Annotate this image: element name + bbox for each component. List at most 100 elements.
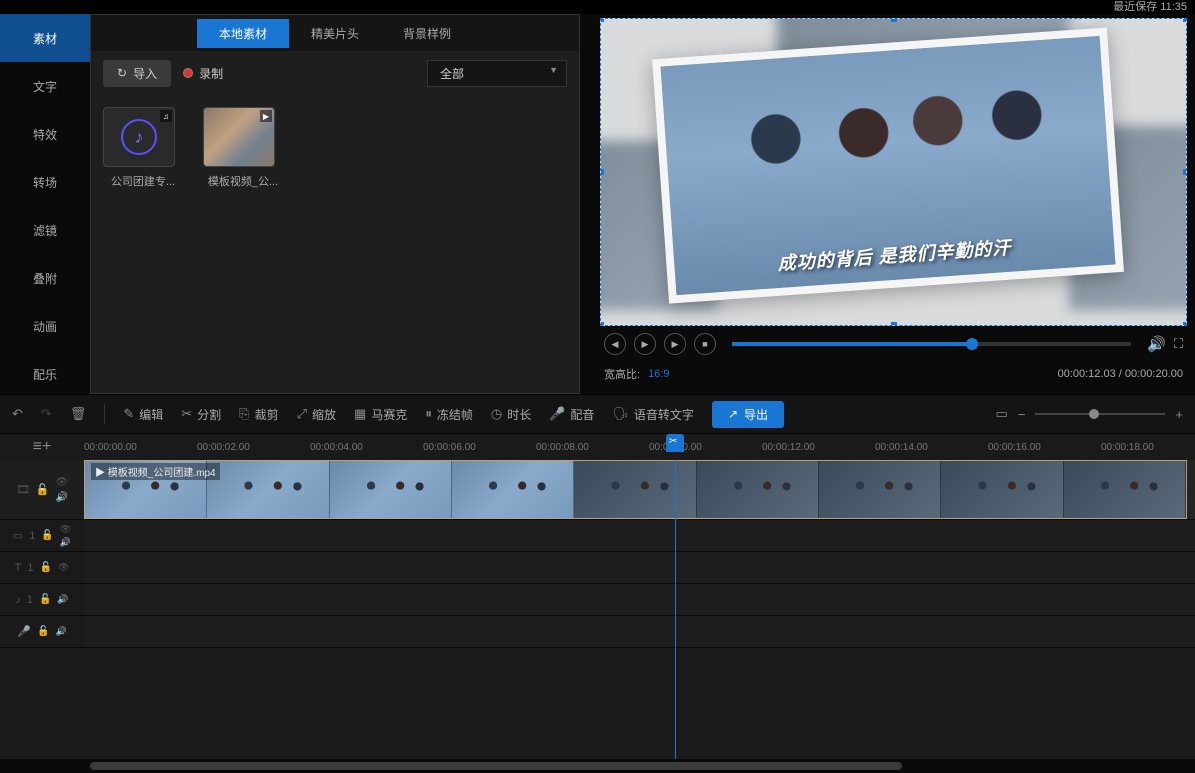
freeze-icon: ⏸ [425,406,432,422]
scrollbar-thumb[interactable] [90,762,902,770]
speaker-icon[interactable]: 🔊 [60,537,71,548]
speaker-icon[interactable]: 🔊 [55,492,68,503]
play-controls: ◀ ▶ ▶ ■ 🔊 ⛶ [600,326,1187,362]
sidebar-item-effects[interactable]: 特效 [0,110,90,158]
media-item-audio[interactable]: ♪ ♫ 公司团建专... [103,107,183,189]
record-icon [183,68,193,78]
split-button[interactable]: ✂分割 [181,406,221,423]
crop-icon: ⎘ [239,406,249,422]
music-note-icon: ♪ [121,119,157,155]
eye-icon[interactable]: 👁 [58,562,69,573]
media-item-video[interactable]: ▶ 模板视频_公... [203,107,283,189]
music-track: ♪ 1 🔓 🔊 [0,584,1195,616]
mic-icon: 🎤 [549,406,565,422]
lock-icon[interactable]: 🔓 [41,530,53,541]
record-button[interactable]: 录制 [183,65,223,82]
tracks-area: 🎞 🔓 👁 🔊 ▶ 模板视频_公司团建.mp4 ▭ 1 [0,460,1195,759]
preview-window[interactable]: 成功的背后 是我们辛勤的汗 [600,18,1187,326]
voiceover-button[interactable]: 🎤配音 [549,406,594,423]
media-grid: ♪ ♫ 公司团建专... ▶ 模板视频_公... [91,95,579,201]
media-panel: 本地素材 精美片头 背景样例 ↻ 导入 录制 全部 ♪ ♫ 公司 [90,14,580,394]
video-clip[interactable]: ▶ 模板视频_公司团建.mp4 [84,460,1187,519]
mic-icon: 🎤 [17,625,31,638]
speech-to-text-button[interactable]: 🗣语音转文字 [612,406,694,423]
lock-icon[interactable]: 🔓 [37,626,49,637]
music-icon: ♪ [15,594,21,606]
sidebar-item-filter[interactable]: 滤镜 [0,206,90,254]
eye-icon[interactable]: 👁 [55,477,68,488]
text-track-head[interactable]: T 1 🔓 👁 [0,552,84,583]
duration-button[interactable]: ◷时长 [491,406,531,423]
overlay-track: ▭ 1 🔓 👁 🔊 [0,520,1195,552]
last-save-label: 最近保存 11:35 [1113,1,1187,13]
aspect-value[interactable]: 16:9 [648,368,669,380]
video-track-head[interactable]: 🎞 🔓 👁 🔊 [0,460,84,519]
sidebar-item-media[interactable]: 素材 [0,14,90,62]
edit-button[interactable]: ✎编辑 [123,406,163,423]
sidebar-item-text[interactable]: 文字 [0,62,90,110]
tab-intro-templates[interactable]: 精美片头 [289,19,381,48]
playhead[interactable] [675,460,676,759]
fit-icon[interactable]: ▭ [996,406,1008,422]
timeline-scrollbar[interactable] [0,759,1195,773]
play-button[interactable]: ▶ [634,333,656,355]
overlay-track-head[interactable]: ▭ 1 🔓 👁 🔊 [0,520,84,551]
lock-icon[interactable]: 🔓 [39,594,51,605]
filter-dropdown[interactable]: 全部 [427,60,567,87]
preview-panel: 成功的背后 是我们辛勤的汗 ◀ ▶ ▶ ■ 🔊 ⛶ 宽高比: 16:9 [580,14,1195,394]
mosaic-button[interactable]: ▦马赛克 [354,406,407,423]
refresh-icon: ↻ [117,66,127,80]
zoom-slider[interactable] [1035,413,1165,415]
voice-track-head[interactable]: 🎤 🔓 🔊 [0,616,84,647]
redo-button[interactable]: ↷ [41,406,52,422]
stop-button[interactable]: ■ [694,333,716,355]
video-track: 🎞 🔓 👁 🔊 ▶ 模板视频_公司团建.mp4 [0,460,1195,520]
film-icon: 🎞 [16,483,30,496]
preview-caption: 成功的背后 是我们辛勤的汗 [776,234,1011,276]
lock-icon[interactable]: 🔓 [36,483,50,496]
prev-frame-button[interactable]: ◀ [604,333,626,355]
eye-icon[interactable]: 👁 [60,524,71,535]
preview-content: 成功的背后 是我们辛勤的汗 [652,28,1124,304]
scale-button[interactable]: ⤢缩放 [297,406,336,423]
add-track-button[interactable]: ≡+ [0,434,84,460]
lock-icon[interactable]: 🔓 [39,562,51,573]
top-status-bar: 最近保存 11:35 [0,0,1195,14]
pencil-icon: ✎ [123,406,134,422]
audio-badge-icon: ♫ [160,110,172,122]
speech-icon: 🗣 [612,406,629,422]
fullscreen-icon[interactable]: ⛶ [1174,336,1183,352]
media-item-label: 公司团建专... [103,173,183,189]
text-track: T 1 🔓 👁 [0,552,1195,584]
speaker-icon[interactable]: 🔊 [55,626,66,637]
text-icon: T [15,562,22,574]
freeze-button[interactable]: ⏸冻结帧 [425,406,473,423]
sidebar-item-overlay[interactable]: 叠附 [0,254,90,302]
media-item-label: 模板视频_公... [203,173,283,189]
scissors-icon: ✂ [181,406,192,422]
tab-local-media[interactable]: 本地素材 [197,19,289,48]
sidebar-item-music[interactable]: 配乐 [0,350,90,398]
volume-icon[interactable]: 🔊 [1147,335,1166,353]
timeline-ruler[interactable]: 00:00:00.00 00:00:02.00 00:00:04.00 00:0… [84,434,1195,460]
next-frame-button[interactable]: ▶ [664,333,686,355]
zoom-in-button[interactable]: + [1175,407,1183,422]
undo-button[interactable]: ↶ [12,406,23,422]
speaker-icon[interactable]: 🔊 [57,594,68,605]
export-button[interactable]: ↗导出 [712,401,784,428]
import-button[interactable]: ↻ 导入 [103,60,171,87]
layer-icon: ▭ [13,529,23,542]
zoom-out-button[interactable]: − [1018,407,1026,422]
timeline: ≡+ 00:00:00.00 00:00:02.00 00:00:04.00 0… [0,434,1195,773]
voice-track: 🎤 🔓 🔊 [0,616,1195,648]
crop-button[interactable]: ⎘裁剪 [239,406,278,423]
music-track-head[interactable]: ♪ 1 🔓 🔊 [0,584,84,615]
export-icon: ↗ [728,407,738,421]
sidebar-item-animation[interactable]: 动画 [0,302,90,350]
sidebar-item-transition[interactable]: 转场 [0,158,90,206]
tab-background-samples[interactable]: 背景样例 [381,19,473,48]
playback-progress[interactable] [732,342,1131,346]
timeline-toolbar: ↶ ↷ 🗑 ✎编辑 ✂分割 ⎘裁剪 ⤢缩放 ▦马赛克 ⏸冻结帧 ◷时长 🎤配音 … [0,394,1195,434]
delete-button[interactable]: 🗑 [70,406,87,422]
scale-icon: ⤢ [297,406,307,422]
